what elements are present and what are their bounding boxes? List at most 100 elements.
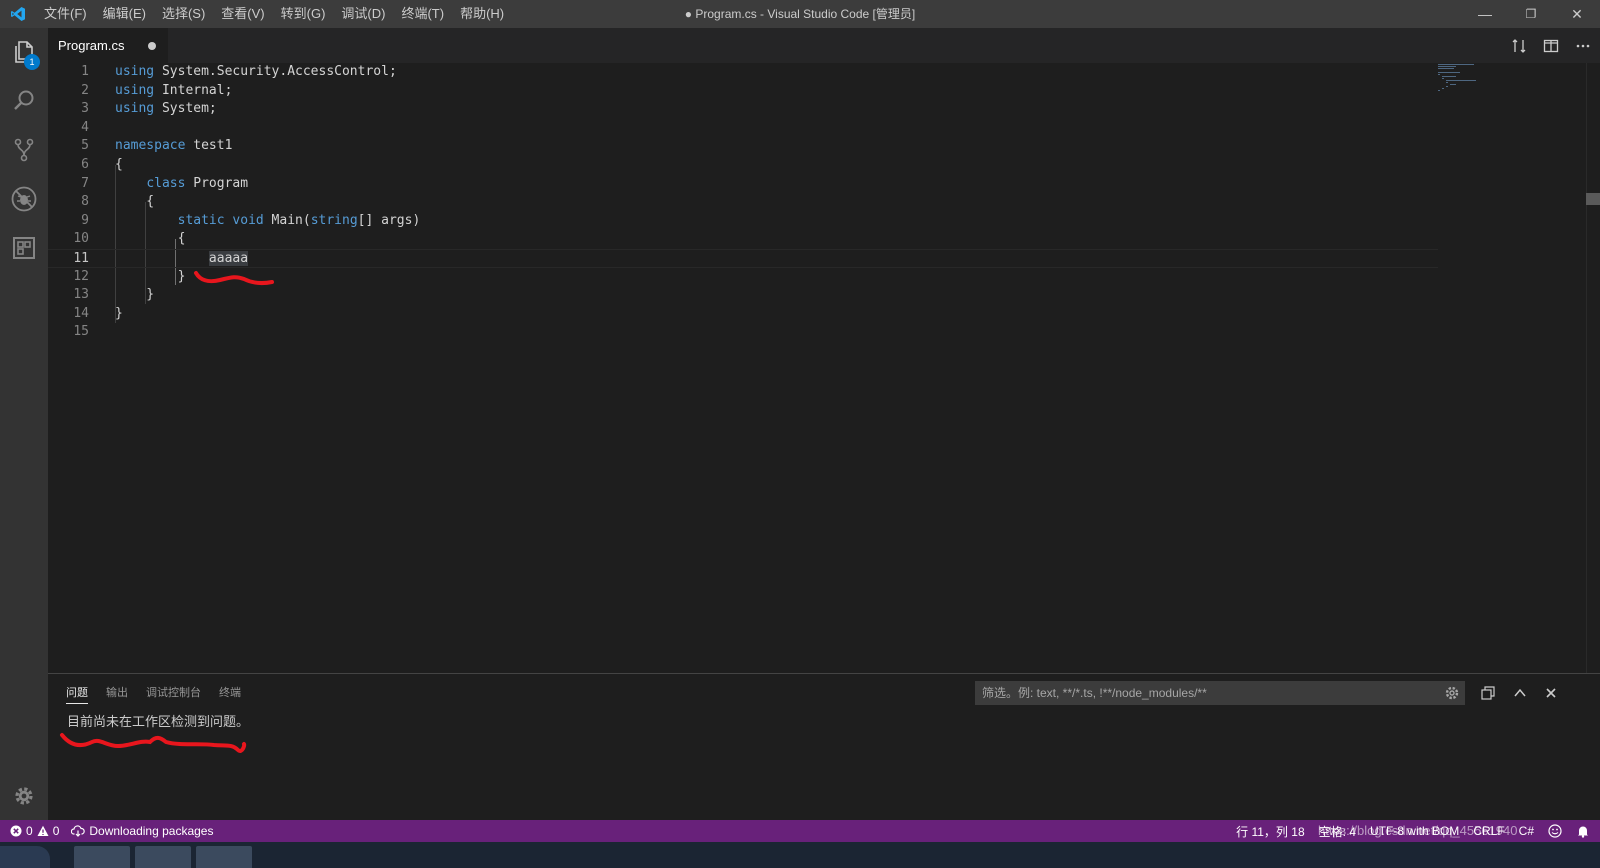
problems-status[interactable]: 0 0	[10, 824, 59, 838]
line-number: 2	[81, 82, 89, 98]
code-token: }	[115, 305, 123, 321]
close-button[interactable]: ✕	[1554, 0, 1600, 28]
code-token: {	[115, 194, 155, 210]
title-bar: 文件(F) 编辑(E) 选择(S) 查看(V) 转到(G) 调试(D) 终端(T) 帮助(H)…	[0, 0, 1600, 28]
code-text: aaaaa	[115, 250, 249, 269]
more-actions-icon[interactable]	[1572, 35, 1594, 57]
code-line[interactable]: 2 using Internal;	[48, 82, 1438, 101]
settings-gear-icon[interactable]	[0, 772, 48, 820]
code-line[interactable]: 3 using System;	[48, 100, 1438, 119]
keyword-token: class	[146, 175, 186, 191]
tab-program-cs[interactable]: Program.cs	[48, 28, 168, 63]
language-mode[interactable]: C#	[1519, 824, 1534, 838]
code-text: static void Main(string[] args)	[115, 212, 421, 231]
panel-tab[interactable]: 终端	[219, 684, 241, 704]
code-token: System.Security.AccessControl;	[154, 64, 397, 79]
search-icon[interactable]	[0, 77, 48, 125]
menu-item[interactable]: 调试(D)	[333, 0, 393, 28]
error-count: 0	[26, 824, 33, 838]
code-token: Internal;	[154, 82, 233, 98]
line-number: 14	[73, 305, 89, 321]
code-token: }	[115, 287, 155, 303]
error-icon	[10, 825, 22, 837]
task-label: Downloading packages	[89, 824, 214, 838]
code-token: }	[115, 268, 186, 284]
code-line[interactable]: 11 aaaaa	[48, 249, 1438, 268]
problems-filter-input[interactable]	[975, 681, 1465, 705]
editor-scrollbar[interactable]	[1586, 63, 1600, 673]
feedback-smiley-icon[interactable]	[1548, 824, 1562, 838]
panel-tab[interactable]: 输出	[106, 684, 128, 704]
code-line[interactable]: 7 class Program	[48, 175, 1438, 194]
unsaved-dot-icon[interactable]	[148, 41, 156, 50]
restore-button[interactable]: ❐	[1508, 0, 1554, 28]
code-text: }	[115, 305, 123, 324]
menu-item[interactable]: 查看(V)	[213, 0, 272, 28]
keyword-token: void	[232, 212, 264, 228]
taskbar-app[interactable]	[196, 846, 252, 868]
code-line[interactable]: 9 static void Main(string[] args)	[48, 212, 1438, 231]
line-number: 11	[73, 251, 89, 266]
extensions-icon[interactable]	[0, 224, 48, 272]
collapse-all-icon[interactable]	[1476, 681, 1500, 705]
code-token: Program	[185, 175, 249, 191]
menu-item[interactable]: 帮助(H)	[452, 0, 512, 28]
editor-tabs-bar: Program.cs	[48, 28, 1600, 63]
debug-icon[interactable]	[0, 175, 48, 223]
code-line[interactable]: 8 {	[48, 193, 1438, 212]
code-line[interactable]: 5 namespace test1	[48, 137, 1438, 156]
panel-tab[interactable]: 问题	[66, 684, 88, 704]
split-editor-icon[interactable]	[1540, 35, 1562, 57]
code-line[interactable]: 15	[48, 323, 1438, 342]
task-status[interactable]: Downloading packages	[71, 824, 213, 838]
code-line[interactable]: 6{	[48, 156, 1438, 175]
code-line[interactable]: 12 }	[48, 268, 1438, 287]
code-text: using System;	[115, 100, 217, 119]
explorer-icon[interactable]: 1	[0, 28, 48, 76]
vscode-logo-icon	[0, 0, 36, 28]
menu-item[interactable]: 文件(F)	[36, 0, 95, 28]
filter-settings-icon[interactable]	[1442, 683, 1462, 703]
code-line[interactable]: 10 {	[48, 230, 1438, 249]
menu-item[interactable]: 转到(G)	[273, 0, 334, 28]
code-line[interactable]: 14}	[48, 305, 1438, 324]
menu-item[interactable]: 终端(T)	[393, 0, 452, 28]
taskbar-app[interactable]	[74, 846, 130, 868]
maximize-panel-icon[interactable]	[1508, 681, 1532, 705]
scroll-thumb[interactable]	[1586, 193, 1600, 205]
watermark: https://blog.csdn.net/qq_45561940	[1318, 823, 1518, 838]
close-panel-icon[interactable]	[1539, 681, 1563, 705]
minimap[interactable]	[1438, 63, 1588, 673]
open-changes-icon[interactable]	[1508, 35, 1530, 57]
panel-tabs: 问题 输出 调试控制台 终端	[66, 684, 241, 704]
code-editor[interactable]: 1 using System.Security.AccessControl; 2 us…	[48, 63, 1600, 673]
line-number: 4	[81, 119, 89, 135]
menu-item[interactable]: 选择(S)	[154, 0, 213, 28]
code-text: {	[115, 193, 154, 212]
code-token: [] args)	[357, 212, 421, 228]
code-token: Main(	[263, 212, 311, 228]
code-token: System;	[154, 101, 217, 117]
start-button[interactable]	[0, 846, 50, 868]
code-text: class Program	[115, 175, 248, 194]
panel-tab[interactable]: 调试控制台	[146, 684, 201, 704]
line-number: 9	[81, 212, 89, 228]
cursor-position[interactable]: 行 11，列 18	[1236, 823, 1304, 840]
keyword-token: string	[310, 212, 358, 228]
code-line[interactable]: 4	[48, 119, 1438, 138]
taskbar-app[interactable]	[135, 846, 191, 868]
window-controls: — ❐ ✕	[1462, 0, 1600, 28]
notifications-bell-icon[interactable]	[1576, 824, 1590, 838]
activity-bar: 1	[0, 28, 48, 840]
explorer-badge: 1	[24, 54, 40, 70]
line-number: 6	[81, 157, 89, 172]
cloud-download-icon	[71, 825, 86, 837]
code-line[interactable]: 13 }	[48, 286, 1438, 305]
minimize-button[interactable]: —	[1462, 0, 1508, 28]
source-control-icon[interactable]	[0, 126, 48, 174]
code-line[interactable]: 1 using System.Security.AccessControl;	[48, 63, 1438, 82]
menu-item[interactable]: 编辑(E)	[95, 0, 154, 28]
